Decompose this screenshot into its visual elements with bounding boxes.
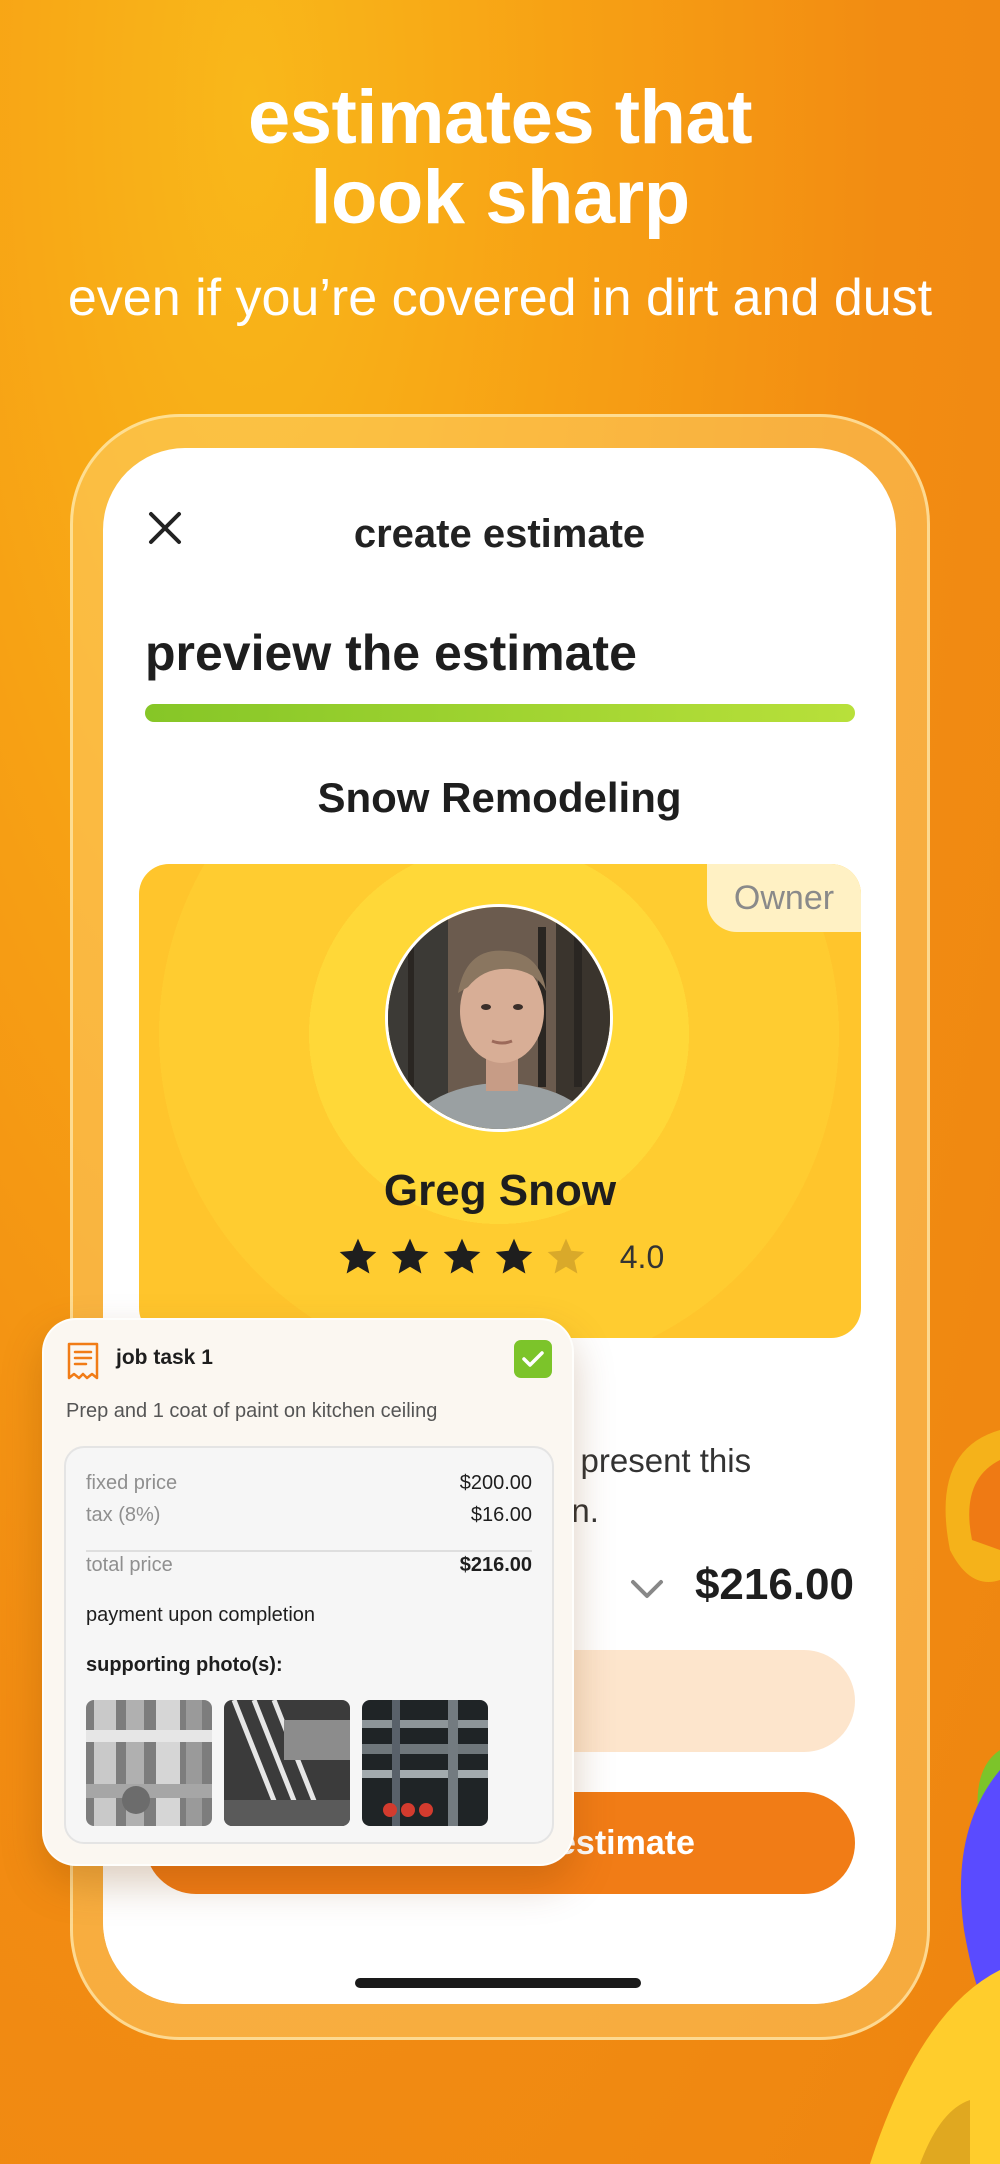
partially-hidden-text: o present this on. [553,1436,751,1536]
receipt-icon [67,1342,99,1380]
total-price-label: total price [86,1554,173,1576]
total-price-row: total price $216.00 [86,1554,532,1577]
star-icon [443,1238,481,1274]
avatar [385,904,613,1132]
step-title: preview the estimate [145,625,637,681]
star-icon [495,1238,533,1274]
task-title: job task 1 [116,1346,213,1369]
supporting-photo[interactable] [224,1700,350,1826]
star-empty-icon [547,1238,585,1274]
profile-card: Owner Greg Snow 4.0 [139,864,861,1338]
supporting-photo[interactable] [362,1700,488,1826]
fixed-price-row: fixed price $200.00 [86,1472,532,1495]
fixed-price-value: $200.00 [459,1472,532,1494]
star-icon [339,1238,377,1274]
job-task-card[interactable]: job task 1 Prep and 1 coat of paint on k… [42,1318,574,1866]
rating: 4.0 [139,1232,861,1282]
home-indicator [355,1978,641,1988]
send-estimate-label: estimate [557,1824,695,1862]
price-breakdown: fixed price $200.00 tax (8%) $16.00 tota… [64,1446,554,1844]
fixed-price-label: fixed price [86,1472,178,1494]
tax-row: tax (8%) $16.00 [86,1504,532,1527]
company-name: Snow Remodeling [317,774,682,821]
task-description: Prep and 1 coat of paint on kitchen ceil… [66,1400,438,1422]
rating-value: 4.0 [619,1238,665,1275]
hero-title-line-1: estimates that [247,75,753,160]
tax-label: tax (8%) [86,1504,161,1526]
task-complete-checkbox[interactable] [514,1340,552,1378]
screen-title: create estimate [353,512,646,556]
price-divider [86,1550,532,1552]
hero-subtitle: even if you’re covered in dirt and dust [67,269,933,327]
payment-terms: payment upon completion [86,1604,316,1626]
tax-value: $16.00 [470,1504,532,1526]
supporting-photo[interactable] [86,1700,212,1826]
mascot-illustration [870,1430,1000,2164]
photos-heading: supporting photo(s): [86,1654,283,1676]
hero-title: estimates that look sharp [0,78,1000,238]
star-icon [391,1238,429,1274]
check-icon [522,1351,544,1367]
hero-title-line-2: look sharp [310,155,690,240]
owner-badge: Owner [707,864,861,932]
total-amount: $216.00 [694,1560,854,1609]
total-price-value: $216.00 [459,1554,532,1576]
chevron-down-icon[interactable] [629,1578,665,1602]
owner-name: Greg Snow [383,1166,617,1215]
partially-hidden-line-1: o present this [553,1442,752,1479]
progress-bar [145,704,855,722]
progress-fill [145,704,855,722]
